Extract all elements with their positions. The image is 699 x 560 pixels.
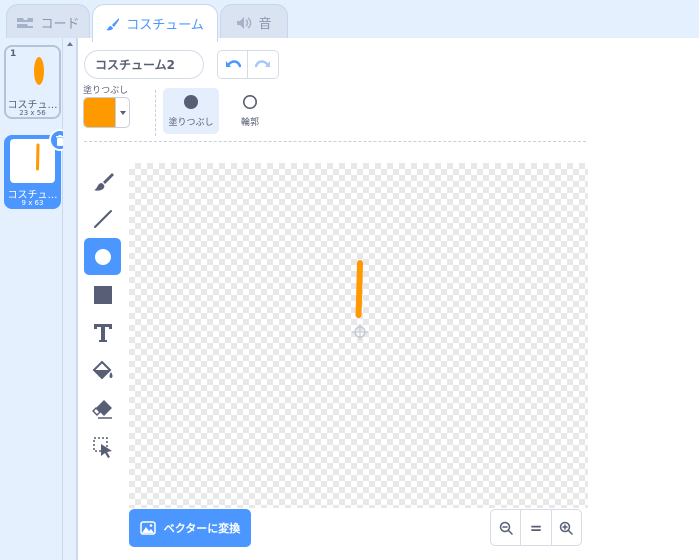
rectangle-tool[interactable] [84, 276, 121, 313]
fill-tool[interactable] [84, 352, 121, 389]
zoom-out-button[interactable] [491, 510, 522, 545]
crosshair-icon [352, 324, 368, 340]
zoom-controls: = [490, 509, 582, 546]
brush-icon [93, 172, 114, 191]
tab-code[interactable]: コード [6, 4, 90, 40]
caret-down-icon [115, 98, 129, 127]
paintbrush-icon [106, 17, 120, 30]
text-icon [93, 323, 112, 342]
toolbar-divider [155, 90, 156, 136]
circle-icon [94, 248, 111, 265]
redo-button[interactable] [248, 51, 278, 78]
speaker-icon [237, 16, 252, 29]
fill-color-swatch [84, 98, 115, 127]
convert-to-vector-button[interactable]: ベクターに変換 [129, 509, 251, 547]
code-blocks-icon [17, 17, 34, 28]
select-icon [92, 436, 112, 458]
costume-size: 23 x 56 [19, 109, 46, 117]
costume-thumbnail [10, 49, 55, 93]
costume-thumbnail [10, 139, 55, 183]
eraser-tool[interactable] [84, 390, 121, 427]
tab-costumes[interactable]: コスチューム [92, 4, 218, 42]
brush-tool[interactable] [84, 163, 121, 200]
fill-label: 塗りつぶし [83, 86, 129, 96]
text-tool[interactable] [84, 314, 121, 351]
scroll-up-icon[interactable] [67, 42, 73, 46]
tab-sounds[interactable]: 音 [220, 4, 288, 40]
outlined-mode-button[interactable]: 輪郭 [222, 88, 278, 134]
costume-number: 1 [10, 49, 17, 59]
redo-icon [255, 59, 270, 67]
costume-size: 9 x 63 [21, 199, 44, 207]
filled-circle-icon [184, 95, 198, 109]
costume-list-scrollbar[interactable] [63, 38, 77, 560]
undo-redo-group [217, 50, 279, 79]
circle-tool[interactable] [84, 238, 121, 275]
outlined-circle-icon [243, 95, 257, 109]
undo-icon [225, 59, 241, 67]
zoom-reset-button[interactable]: = [521, 510, 552, 545]
costume-list: 1 コスチュ… 23 x 56 2 コスチュ… 9 x 63 [0, 38, 71, 560]
undo-button[interactable] [218, 51, 249, 78]
costume-tile-1[interactable]: 1 コスチュ… 23 x 56 [4, 45, 61, 119]
costume-number: 2 [10, 139, 17, 149]
zoom-in-icon [560, 521, 574, 535]
costume-tile-2[interactable]: 2 コスチュ… 9 x 63 [4, 129, 71, 209]
rectangle-icon [93, 285, 112, 304]
drawing-canvas[interactable] [129, 163, 588, 508]
line-icon [93, 209, 112, 228]
fill-color-picker[interactable] [83, 97, 130, 128]
zoom-out-icon [499, 521, 513, 535]
eraser-icon [91, 399, 112, 419]
filled-mode-button[interactable]: 塗りつぶし [163, 88, 219, 134]
toolbar-separator [84, 141, 586, 142]
image-icon [139, 521, 156, 535]
fill-bucket-icon [92, 360, 112, 379]
zoom-in-button[interactable] [552, 510, 581, 545]
select-tool[interactable] [84, 428, 121, 465]
line-tool[interactable] [84, 200, 121, 237]
costume-name-input[interactable] [84, 50, 204, 79]
paint-editor: 塗りつぶし 塗りつぶし 輪郭 [77, 38, 699, 560]
